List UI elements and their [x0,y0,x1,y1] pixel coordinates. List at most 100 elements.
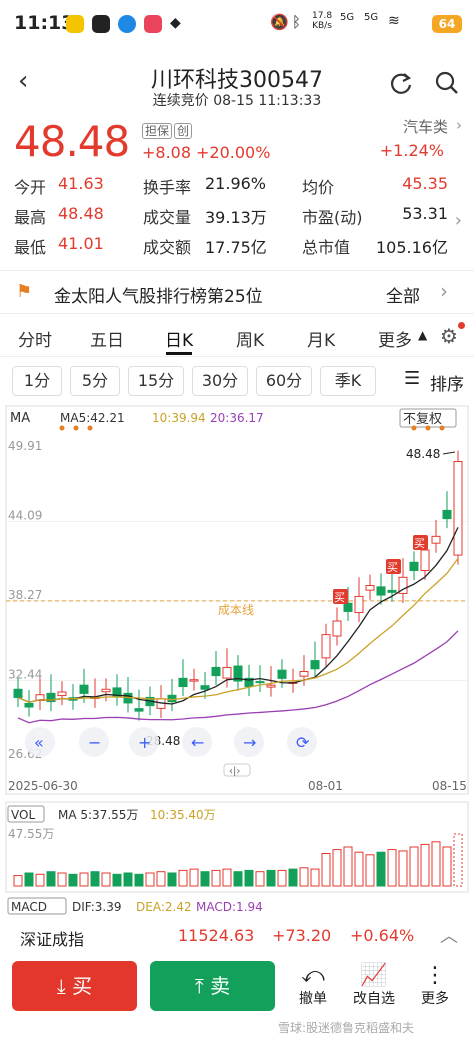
period-30m[interactable]: 30分 [192,366,248,396]
refresh-icon[interactable] [388,70,414,96]
index-pct: +0.64% [350,926,415,945]
event-dot [439,425,445,431]
stat-value: 105.16亿 [376,238,448,257]
event-dot [425,425,431,431]
volume-bar [398,850,408,887]
trophy-icon: ⚑ [16,281,33,302]
vol-ma10: 10:35.40万 [150,808,216,822]
candle-body [365,585,375,591]
buy-marker-label: 买 [414,537,425,550]
candle-body [200,685,210,690]
event-dot [59,425,65,431]
stat-value: 39.13万 [205,208,267,227]
index-name: 深证成指 [20,930,85,949]
candle-body [453,461,463,556]
volume-bar [244,869,254,887]
stat-value: 41.01 [58,234,104,253]
tab-more[interactable]: 更多 [378,326,412,351]
stat-label: 均价 [302,178,335,197]
status-bar: 11:13 ◆ 🔕 ᛒ 17.8 KB/s 5G 5G ≋ 64 [0,0,474,48]
sort-button[interactable]: 排序 [430,370,464,395]
period-5m[interactable]: 5分 [70,366,120,396]
volume-bar [101,872,111,887]
zoom-control-icon: « [34,733,44,752]
sector-name[interactable]: 汽车类 [403,116,448,137]
period-15m[interactable]: 15分 [128,366,184,396]
stat-label: 总市值 [302,238,351,257]
volume-bar [332,849,342,887]
price-change-pct: +20.00% [196,143,271,162]
stat-value: 48.48 [58,204,104,223]
candle-body [178,677,188,688]
edit-watchlist-button[interactable]: 📈 改自选 [344,963,404,1008]
candle-body [79,684,89,694]
ranking-banner[interactable]: ⚑ 金太阳人气股排行榜第25位 全部 › [0,270,474,314]
bottom-toolbar: ⤓ 买 ⤒ 卖 ⤺ 撤单 📈 改自选 ⋮ 更多 雪球:股迷德鲁克稻盛和夫 [0,955,474,1042]
zoom-control-icon: − [88,733,101,752]
candle-body [222,666,232,679]
volume-bar [321,853,331,887]
search-icon[interactable] [434,70,460,96]
tab-daily-k[interactable]: 日K [165,326,193,351]
ma5-value: MA5:42.21 [60,411,125,425]
volume-bar [211,869,221,887]
stat-value: 17.75亿 [205,238,267,257]
x-tick-label: 08-15 [432,779,467,793]
cost-line-label: 成本线 [218,603,254,617]
stat-label: 今开 [14,178,47,197]
app-icon [118,15,136,33]
watermark: 雪球:股迷德鲁克稻盛和夫 [278,1021,415,1035]
period-quarter[interactable]: 季K [320,366,376,396]
notification-dot [458,322,465,329]
candle-body [376,586,386,596]
volume-bar [222,868,232,887]
more-button[interactable]: ⋮ 更多 [405,963,465,1008]
candle-body [167,694,177,703]
board-tag: 创 [174,123,193,139]
gear-icon[interactable]: ⚙ [440,324,458,348]
event-dot [87,425,93,431]
kline-svg[interactable]: MA MA5:42.21 10:39.94 20:36.17 不复权 49.91 44.09… [0,402,474,922]
revoke-icon: ⤺ [301,963,325,988]
price-change: +8.08 [142,143,192,162]
period-1m[interactable]: 1分 [12,366,62,396]
kline-chart[interactable]: MA MA5:42.21 10:39.94 20:36.17 不复权 49.91 44.09… [0,402,474,915]
more-icon: ⋮ [424,963,446,988]
high-label: 48.48 [406,447,440,461]
volume-bar [376,851,386,887]
candle-body [354,595,364,614]
tab-weekly-k[interactable]: 周K [236,326,264,351]
chevron-right-icon[interactable]: › [456,116,462,134]
battery-icon: 64 [432,15,462,33]
candle-body [277,669,287,679]
volume-bar [145,872,155,887]
mute-icon: 🔕 [270,13,289,31]
stat-label: 最低 [14,238,47,257]
chevron-up-icon[interactable]: ︿ [440,922,458,948]
bluetooth-icon: ᛒ [292,13,302,31]
chevron-right-icon: › [440,279,448,303]
chevron-right-icon[interactable]: › [455,210,462,231]
net-speed: 17.8 KB/s [312,11,333,31]
chart-tabs: 分时 五日 日K 周K 月K 更多 ▲ ⚙ [0,320,474,355]
period-60m[interactable]: 60分 [256,366,312,396]
stat-label: 成交量 [143,208,192,227]
candle-body [420,549,430,571]
volume-bar [167,872,177,887]
volume-bar [68,873,78,887]
sell-button[interactable]: ⤒ 卖 [150,961,275,1011]
banner-all[interactable]: 全部 [386,282,420,307]
tab-monthly-k[interactable]: 月K [307,326,335,351]
zoom-control-icon: → [243,733,256,752]
buy-button[interactable]: ⤓ 买 [12,961,137,1011]
menu-icon[interactable]: ☰ [404,368,420,389]
revoke-button[interactable]: ⤺ 撤单 [283,963,343,1008]
volume-bar [277,869,287,887]
tab-intraday[interactable]: 分时 [18,326,52,351]
volume-bar [365,854,375,887]
x-tick-label: 2025-06-30 [8,779,78,793]
tab-five-day[interactable]: 五日 [90,326,124,351]
index-bar[interactable]: 深证成指 11524.63 +73.20 +0.64% ︿ [0,918,474,952]
volume-bar [387,849,397,887]
candle-body [387,589,397,593]
